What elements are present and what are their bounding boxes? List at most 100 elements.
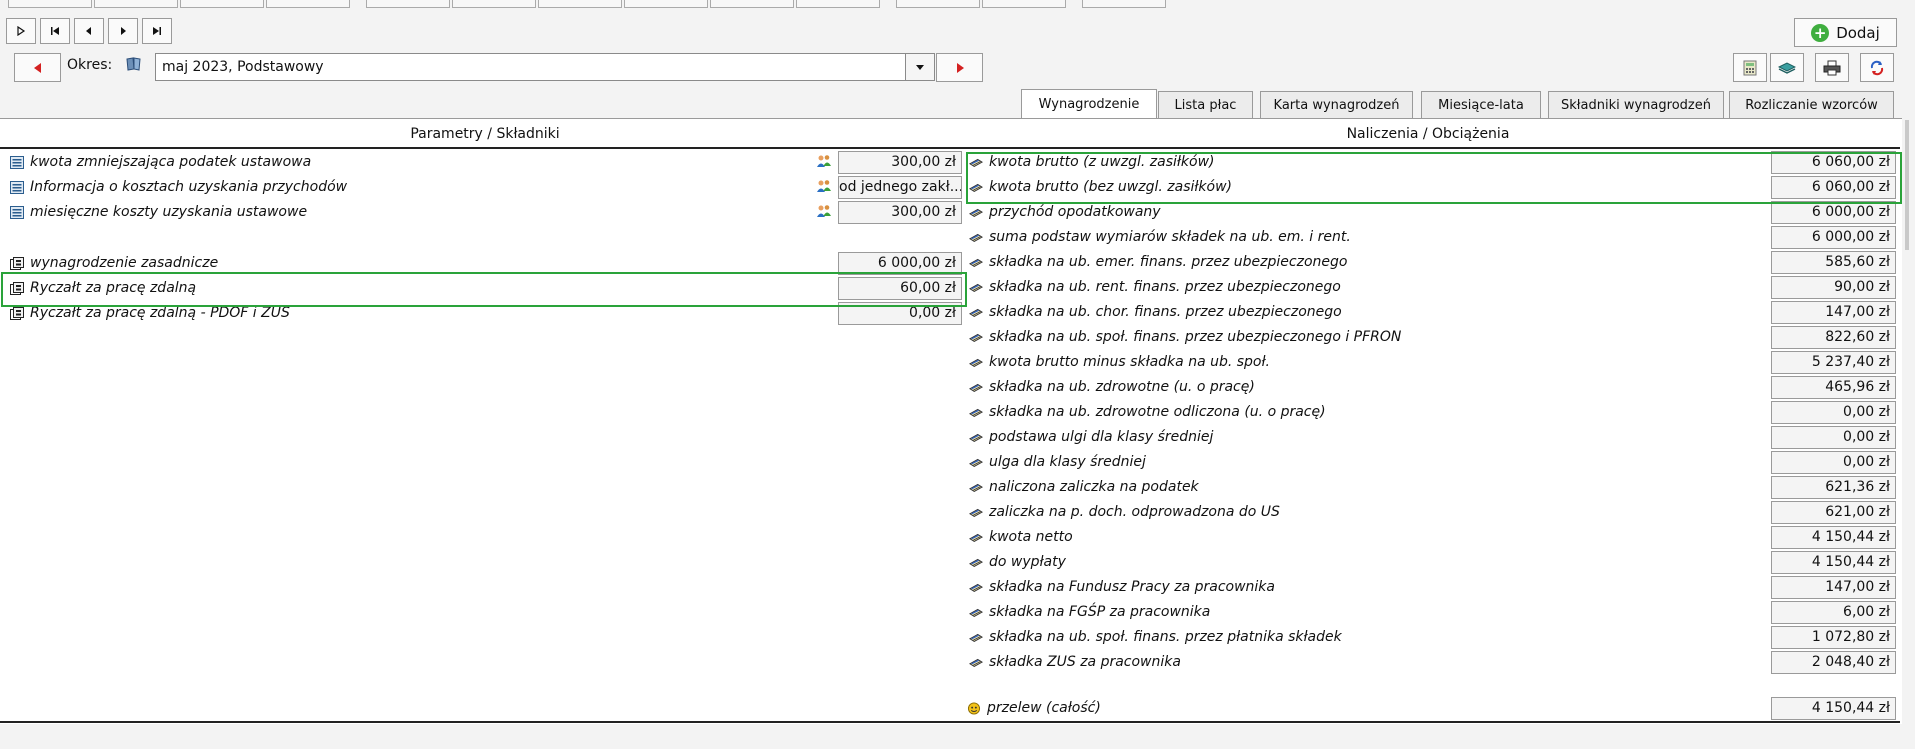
right-row-label: kwota netto (989, 529, 1073, 545)
right-row-value[interactable]: 822,60 zł (1771, 326, 1896, 349)
right-row[interactable]: kwota netto (969, 525, 1073, 549)
right-row[interactable]: suma podstaw wymiarów składek na ub. em.… (969, 225, 1351, 249)
tab-skladniki-wynagrodzen[interactable]: Składniki wynagrodzeń (1548, 91, 1724, 118)
toolbar-button-1[interactable] (8, 0, 92, 8)
toolbar-button-7[interactable] (538, 0, 622, 8)
toolbar-button-11[interactable] (896, 0, 980, 8)
right-row-value[interactable]: 4 150,44 zł (1771, 551, 1896, 574)
right-row-value[interactable]: 621,36 zł (1771, 476, 1896, 499)
right-row[interactable]: składka na ub. zdrowotne odliczona (u. o… (969, 400, 1326, 424)
right-row[interactable]: składka na ub. społ. finans. przez płatn… (969, 625, 1342, 649)
highlight-left (1, 272, 967, 307)
prev-icon (86, 27, 91, 35)
calendar-book-icon[interactable] (125, 56, 143, 76)
previous-period-button[interactable] (14, 53, 61, 82)
footer-divider (0, 721, 1900, 723)
right-row-value[interactable]: 0,00 zł (1771, 426, 1896, 449)
right-row-value[interactable]: 0,00 zł (1771, 451, 1896, 474)
last-record-button[interactable] (142, 18, 172, 44)
left-column-header: Parametry / Składniki (410, 126, 560, 142)
right-row-value[interactable]: 5 237,40 zł (1771, 351, 1896, 374)
toolbar-button-2[interactable] (94, 0, 178, 8)
right-row-value[interactable]: 2 048,40 zł (1771, 651, 1896, 674)
printer-icon (1823, 60, 1841, 75)
left-row[interactable]: Informacja o kosztach uzyskania przychod… (10, 175, 347, 199)
people-icon[interactable] (816, 154, 832, 168)
calculation-icon (969, 608, 983, 617)
tab-label: Wynagrodzenie (1038, 97, 1140, 112)
new-record-button[interactable] (6, 18, 36, 44)
right-row-value[interactable]: 90,00 zł (1771, 276, 1896, 299)
left-row-value[interactable]: od jednego zakł... (838, 176, 962, 199)
right-row-value[interactable]: 147,00 zł (1771, 301, 1896, 324)
right-row-value[interactable]: 0,00 zł (1771, 401, 1896, 424)
print-button[interactable] (1815, 53, 1849, 82)
refresh-button[interactable] (1860, 53, 1894, 82)
right-row-label: zaliczka na p. doch. odprowadzona do US (989, 504, 1280, 520)
toolbar-button-13[interactable] (1082, 0, 1166, 8)
period-select[interactable]: maj 2023, Podstawowy (155, 53, 935, 81)
toolbar-button-12[interactable] (982, 0, 1066, 8)
tab-label: Miesiące-lata (1438, 97, 1524, 113)
right-row-value[interactable]: 4 150,44 zł (1771, 526, 1896, 549)
people-icon[interactable] (816, 204, 832, 218)
calculation-icon (969, 533, 983, 542)
right-row[interactable]: zaliczka na p. doch. odprowadzona do US (969, 500, 1280, 524)
toolbar-button-4[interactable] (266, 0, 350, 8)
right-row[interactable]: składka na ub. zdrowotne (u. o pracę) (969, 375, 1255, 399)
toolbar-button-6[interactable] (452, 0, 536, 8)
scrollbar-thumb[interactable] (1905, 120, 1909, 250)
right-row[interactable]: naliczona zaliczka na podatek (969, 475, 1199, 499)
right-row-value[interactable]: 1 072,80 zł (1771, 626, 1896, 649)
right-row-value[interactable]: 585,60 zł (1771, 251, 1896, 274)
right-row[interactable]: składka na FGŚP za pracownika (969, 600, 1210, 624)
previous-record-button[interactable] (74, 18, 104, 44)
period-label: Okres: (67, 57, 113, 73)
right-row[interactable]: składka na ub. społ. finans. przez ubezp… (969, 325, 1401, 349)
right-row-label: składka na Fundusz Pracy za pracownika (989, 579, 1275, 595)
left-row-value[interactable]: 300,00 zł (838, 201, 962, 224)
right-row-label: do wypłaty (989, 554, 1066, 570)
period-dropdown-button[interactable] (905, 53, 935, 81)
right-row[interactable]: ulga dla klasy średniej (969, 450, 1146, 474)
toolbar-button-10[interactable] (796, 0, 880, 8)
right-row-value[interactable]: 147,00 zł (1771, 576, 1896, 599)
right-row-value[interactable]: 6,00 zł (1771, 601, 1896, 624)
next-period-button[interactable] (936, 53, 983, 82)
calculation-icon (969, 508, 983, 517)
left-row[interactable]: kwota zmniejszająca podatek ustawowa (10, 150, 311, 174)
left-row-value[interactable]: 300,00 zł (838, 151, 962, 174)
tab-lista-plac[interactable]: Lista płac (1158, 91, 1253, 118)
tab-wynagrodzenie[interactable]: Wynagrodzenie (1021, 89, 1157, 119)
book-button[interactable] (1770, 53, 1804, 82)
people-icon[interactable] (816, 179, 832, 193)
tab-karta-wynagrodzen[interactable]: Karta wynagrodzeń (1260, 91, 1413, 118)
highlight-right (966, 152, 1902, 204)
right-row[interactable]: składka na Fundusz Pracy za pracownika (969, 575, 1275, 599)
tab-miesiace-lata[interactable]: Miesiące-lata (1421, 91, 1541, 118)
right-row[interactable]: do wypłaty (969, 550, 1066, 574)
left-row[interactable]: miesięczne koszty uzyskania ustawowe (10, 200, 307, 224)
total-value[interactable]: 4 150,44 zł (1771, 697, 1896, 720)
right-row[interactable]: składka na ub. emer. finans. przez ubezp… (969, 250, 1347, 274)
calculator-button[interactable] (1733, 53, 1767, 82)
tab-rozliczanie-wzorcow[interactable]: Rozliczanie wzorców (1729, 91, 1894, 118)
right-row[interactable]: składka ZUS za pracownika (969, 650, 1181, 674)
first-record-button[interactable] (40, 18, 70, 44)
right-row-value[interactable]: 6 000,00 zł (1771, 201, 1896, 224)
add-button[interactable]: + Dodaj (1794, 18, 1897, 47)
right-row[interactable]: podstawa ulgi dla klasy średniej (969, 425, 1213, 449)
right-row-value[interactable]: 465,96 zł (1771, 376, 1896, 399)
toolbar-button-5[interactable] (366, 0, 450, 8)
right-row[interactable]: składka na ub. chor. finans. przez ubezp… (969, 300, 1342, 324)
right-row-value[interactable]: 6 000,00 zł (1771, 226, 1896, 249)
toolbar-button-3[interactable] (180, 0, 264, 8)
next-record-button[interactable] (108, 18, 138, 44)
toolbar-button-8[interactable] (624, 0, 708, 8)
toolbar-button-9[interactable] (710, 0, 794, 8)
total-row[interactable]: przelew (całość) (967, 696, 1101, 720)
right-row-label: suma podstaw wymiarów składek na ub. em.… (989, 229, 1351, 245)
right-row[interactable]: kwota brutto minus składka na ub. społ. (969, 350, 1270, 374)
right-row[interactable]: składka na ub. rent. finans. przez ubezp… (969, 275, 1341, 299)
right-row-value[interactable]: 621,00 zł (1771, 501, 1896, 524)
